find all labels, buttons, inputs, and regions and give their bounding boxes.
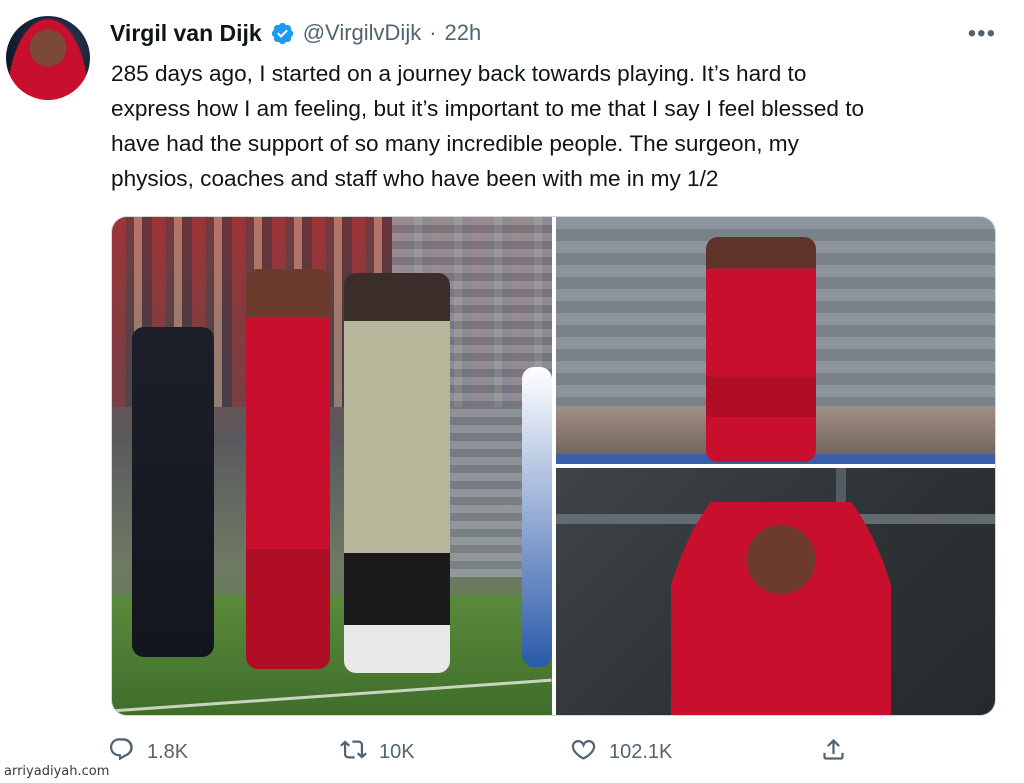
player-figure	[706, 237, 816, 462]
player-figure	[246, 269, 330, 669]
reply-count: 1.8K	[147, 740, 189, 763]
avatar[interactable]	[6, 16, 90, 100]
photo-player-portrait[interactable]	[556, 468, 995, 715]
photo-player-pointing[interactable]	[556, 217, 995, 464]
author-handle[interactable]: @VirgilvDijk	[303, 20, 422, 46]
more-options-icon[interactable]: •••	[968, 20, 996, 48]
like-button[interactable]: 102.1K	[570, 734, 672, 770]
share-icon	[820, 736, 847, 769]
author-name[interactable]: Virgil van Dijk	[110, 20, 262, 47]
media-grid	[111, 216, 996, 716]
coach-figure	[344, 273, 450, 673]
retweet-count: 10K	[379, 740, 415, 763]
heart-icon	[570, 736, 597, 769]
like-count: 102.1K	[609, 740, 673, 763]
retweet-button[interactable]: 10K	[340, 734, 415, 770]
verified-badge-icon	[270, 21, 295, 46]
opponent-figure	[522, 367, 552, 667]
watermark: arriyadiyah.com	[4, 764, 110, 779]
photo-sideline-embrace[interactable]	[112, 217, 552, 715]
share-button[interactable]	[820, 734, 847, 770]
reply-icon	[108, 736, 135, 769]
tweet-timestamp[interactable]: 22h	[445, 20, 482, 46]
reply-button[interactable]: 1.8K	[108, 734, 188, 770]
tweet-actions: 1.8K 10K 102.1K	[108, 734, 868, 770]
staff-figure	[132, 327, 214, 657]
tweet-header: Virgil van Dijk @VirgilvDijk · 22h	[110, 18, 481, 48]
player-figure	[671, 502, 891, 715]
separator-dot: ·	[429, 20, 437, 45]
retweet-icon	[340, 736, 367, 769]
tweet-text: 285 days ago, I started on a journey bac…	[111, 61, 865, 191]
